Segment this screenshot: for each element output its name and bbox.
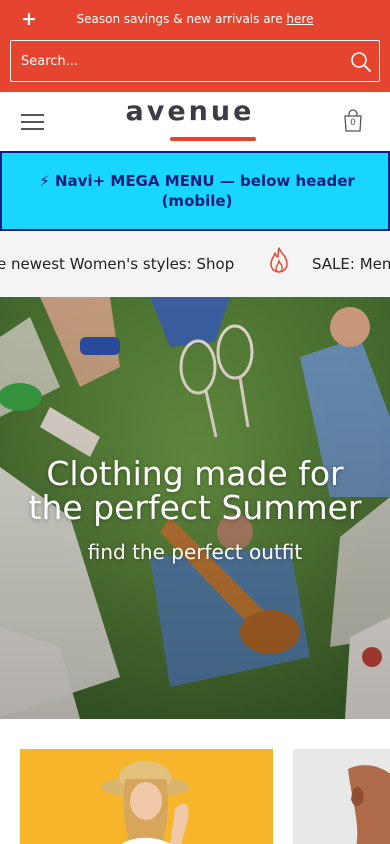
hero-title: Clothing made for the perfect Summer [0, 457, 390, 525]
site-header: avenue 0 [0, 92, 390, 151]
search-input[interactable] [21, 41, 341, 81]
search-icon[interactable] [349, 50, 373, 74]
hero-subtitle: find the perfect outfit [87, 540, 303, 564]
logo[interactable]: avenue [120, 96, 260, 142]
collection-card-women[interactable] [20, 749, 273, 844]
mega-menu-banner[interactable]: ⚡ Navi+ MEGA MENU — below header (mobile… [0, 151, 390, 231]
hero-banner[interactable]: Clothing made for the perfect Summer fin… [0, 297, 390, 719]
ticker-item-sale[interactable]: SALE: Men [312, 254, 390, 274]
cart-count: 0 [350, 118, 356, 128]
announcement-bar: + Season savings & new arrivals are here [0, 0, 390, 92]
announcement-link[interactable]: here [286, 12, 313, 26]
mega-menu-text: ⚡ Navi+ MEGA MENU — below header (mobile… [22, 171, 372, 211]
hero-title-line-2: the perfect Summer [28, 488, 362, 527]
collection-cards [0, 719, 390, 844]
lightning-icon: ⚡ [39, 172, 50, 190]
announcement-message: Season savings & new arrivals are [76, 12, 287, 26]
mega-menu-label: Navi+ MEGA MENU — below header (mobile) [55, 172, 355, 210]
hero-title-line-1: Clothing made for [46, 454, 344, 493]
announcement-text: Season savings & new arrivals are here [0, 11, 390, 27]
woman-with-hat-image [20, 749, 273, 844]
hamburger-menu-icon[interactable] [21, 110, 45, 130]
collection-card-men[interactable] [293, 749, 390, 844]
logo-text: avenue [125, 96, 255, 127]
logo-underline [170, 137, 256, 141]
flame-icon [270, 247, 288, 273]
man-portrait-image [293, 749, 390, 844]
search-bar [10, 40, 380, 82]
announcement-ticker: e newest Women's styles: Shop SALE: Men [0, 231, 390, 297]
ticker-item-shop[interactable]: e newest Women's styles: Shop [0, 254, 234, 274]
cart-button[interactable]: 0 [342, 109, 364, 133]
